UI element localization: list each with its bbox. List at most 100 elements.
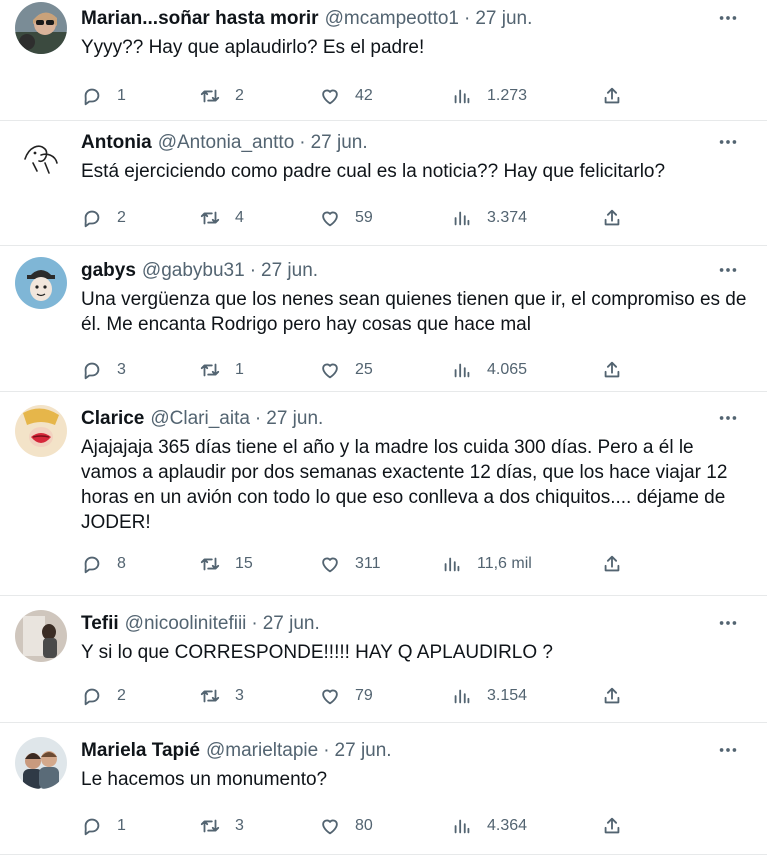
reply-count: 2 (117, 687, 126, 704)
tweet[interactable]: Clarice @Clari_aita · 27 jun. Ajajajaja … (0, 392, 767, 596)
dot-separator: · (323, 740, 330, 761)
share-button[interactable] (601, 205, 623, 231)
retweet-icon (199, 553, 221, 575)
tweet-actions: 2 4 59 3.374 (81, 205, 747, 231)
avatar[interactable] (15, 257, 67, 309)
author-name[interactable]: Clarice (81, 407, 144, 431)
reply-button[interactable]: 8 (81, 551, 126, 577)
like-button[interactable]: 25 (319, 357, 373, 383)
retweet-button[interactable]: 3 (199, 813, 244, 839)
retweet-button[interactable]: 15 (199, 551, 253, 577)
author-name[interactable]: Mariela Tapié (81, 739, 200, 763)
reply-button[interactable]: 1 (81, 813, 126, 839)
like-button[interactable]: 80 (319, 813, 373, 839)
share-button[interactable] (601, 813, 623, 839)
tweet-actions: 1 2 42 1.273 (81, 83, 747, 109)
reply-button[interactable]: 2 (81, 205, 126, 231)
share-icon (601, 85, 623, 107)
bar-chart-icon (451, 815, 473, 837)
retweet-icon (199, 207, 221, 229)
like-button[interactable]: 311 (319, 551, 381, 577)
dot-separator: · (251, 613, 258, 634)
views-button[interactable]: 3.374 (451, 205, 527, 231)
author-name[interactable]: gabys (81, 259, 136, 283)
more-options-icon[interactable] (713, 406, 743, 430)
view-count: 11,6 mil (477, 555, 532, 572)
tweet[interactable]: gabys @gabybu31 · 27 jun. Una vergüenza … (0, 246, 767, 392)
tweet-date[interactable]: 27 jun. (475, 7, 532, 31)
author-handle[interactable]: @Clari_aita (150, 407, 250, 431)
share-icon (601, 815, 623, 837)
retweet-button[interactable]: 2 (199, 83, 244, 109)
retweet-count: 15 (235, 555, 253, 572)
share-button[interactable] (601, 357, 623, 383)
view-count: 3.374 (487, 209, 528, 226)
share-button[interactable] (601, 83, 623, 109)
tweet[interactable]: Mariela Tapié @marieltapie · 27 jun. Le … (0, 723, 767, 855)
like-count: 59 (355, 209, 373, 226)
retweet-button[interactable]: 4 (199, 205, 244, 231)
author-name[interactable]: Tefii (81, 612, 119, 636)
like-button[interactable]: 42 (319, 83, 373, 109)
retweet-icon (199, 85, 221, 107)
reply-feed: Marian...soñar hasta morir @mcampeotto1 … (0, 0, 767, 855)
author-handle[interactable]: @mcampeotto1 (325, 7, 459, 31)
tweet-text: Le hacemos un monumento? (81, 769, 328, 790)
reply-icon (81, 359, 103, 381)
tweet[interactable]: Marian...soñar hasta morir @mcampeotto1 … (0, 0, 767, 121)
tweet-actions: 2 3 79 3.154 (81, 683, 747, 709)
tweet-date[interactable]: 27 jun. (261, 259, 318, 283)
share-button[interactable] (601, 551, 623, 577)
tweet[interactable]: Tefii @nicoolinitefiii · 27 jun. Y si lo… (0, 596, 767, 723)
reply-count: 3 (117, 361, 126, 378)
tweet-header: Marian...soñar hasta morir @mcampeotto1 … (81, 7, 747, 31)
author-name[interactable]: Antonia (81, 131, 152, 155)
reply-button[interactable]: 1 (81, 83, 126, 109)
views-button[interactable]: 3.154 (451, 683, 527, 709)
like-button[interactable]: 79 (319, 683, 373, 709)
views-button[interactable]: 1.273 (451, 83, 527, 109)
more-options-icon[interactable] (713, 6, 743, 30)
reply-button[interactable]: 3 (81, 357, 126, 383)
author-handle[interactable]: @marieltapie (206, 739, 318, 763)
avatar[interactable] (15, 610, 67, 662)
reply-icon (81, 553, 103, 575)
heart-icon (319, 553, 341, 575)
avatar[interactable] (15, 737, 67, 789)
avatar[interactable] (15, 405, 67, 457)
share-button[interactable] (601, 683, 623, 709)
like-button[interactable]: 59 (319, 205, 373, 231)
author-name[interactable]: Marian...soñar hasta morir (81, 7, 319, 31)
tweet-actions: 8 15 311 11,6 mil (81, 551, 747, 577)
tweet-date[interactable]: 27 jun. (311, 131, 368, 155)
retweet-button[interactable]: 3 (199, 683, 244, 709)
share-icon (601, 685, 623, 707)
share-icon (601, 553, 623, 575)
bar-chart-icon (451, 207, 473, 229)
tweet[interactable]: Antonia @Antonia_antto · 27 jun. Está ej… (0, 121, 767, 246)
retweet-button[interactable]: 1 (199, 357, 244, 383)
author-handle[interactable]: @Antonia_antto (158, 131, 295, 155)
tweet-header: Antonia @Antonia_antto · 27 jun. (81, 131, 747, 155)
more-options-icon[interactable] (713, 611, 743, 635)
views-button[interactable]: 4.065 (451, 357, 527, 383)
tweet-date[interactable]: 27 jun. (263, 612, 320, 636)
retweet-count: 4 (235, 209, 244, 226)
reply-button[interactable]: 2 (81, 683, 126, 709)
more-options-icon[interactable] (713, 130, 743, 154)
like-count: 42 (355, 87, 373, 104)
more-options-icon[interactable] (713, 738, 743, 762)
retweet-icon (199, 685, 221, 707)
more-options-icon[interactable] (713, 258, 743, 282)
tweet-text: Ajajajaja 365 días tiene el año y la mad… (81, 437, 733, 533)
tweet-text: Una vergüenza que los nenes sean quienes… (81, 289, 752, 335)
avatar[interactable] (15, 2, 67, 54)
tweet-date[interactable]: 27 jun. (335, 739, 392, 763)
author-handle[interactable]: @gabybu31 (142, 259, 245, 283)
bar-chart-icon (451, 685, 473, 707)
tweet-date[interactable]: 27 jun. (266, 407, 323, 431)
author-handle[interactable]: @nicoolinitefiii (125, 612, 247, 636)
avatar[interactable] (15, 129, 67, 181)
views-button[interactable]: 11,6 mil (441, 551, 532, 577)
views-button[interactable]: 4.364 (451, 813, 527, 839)
